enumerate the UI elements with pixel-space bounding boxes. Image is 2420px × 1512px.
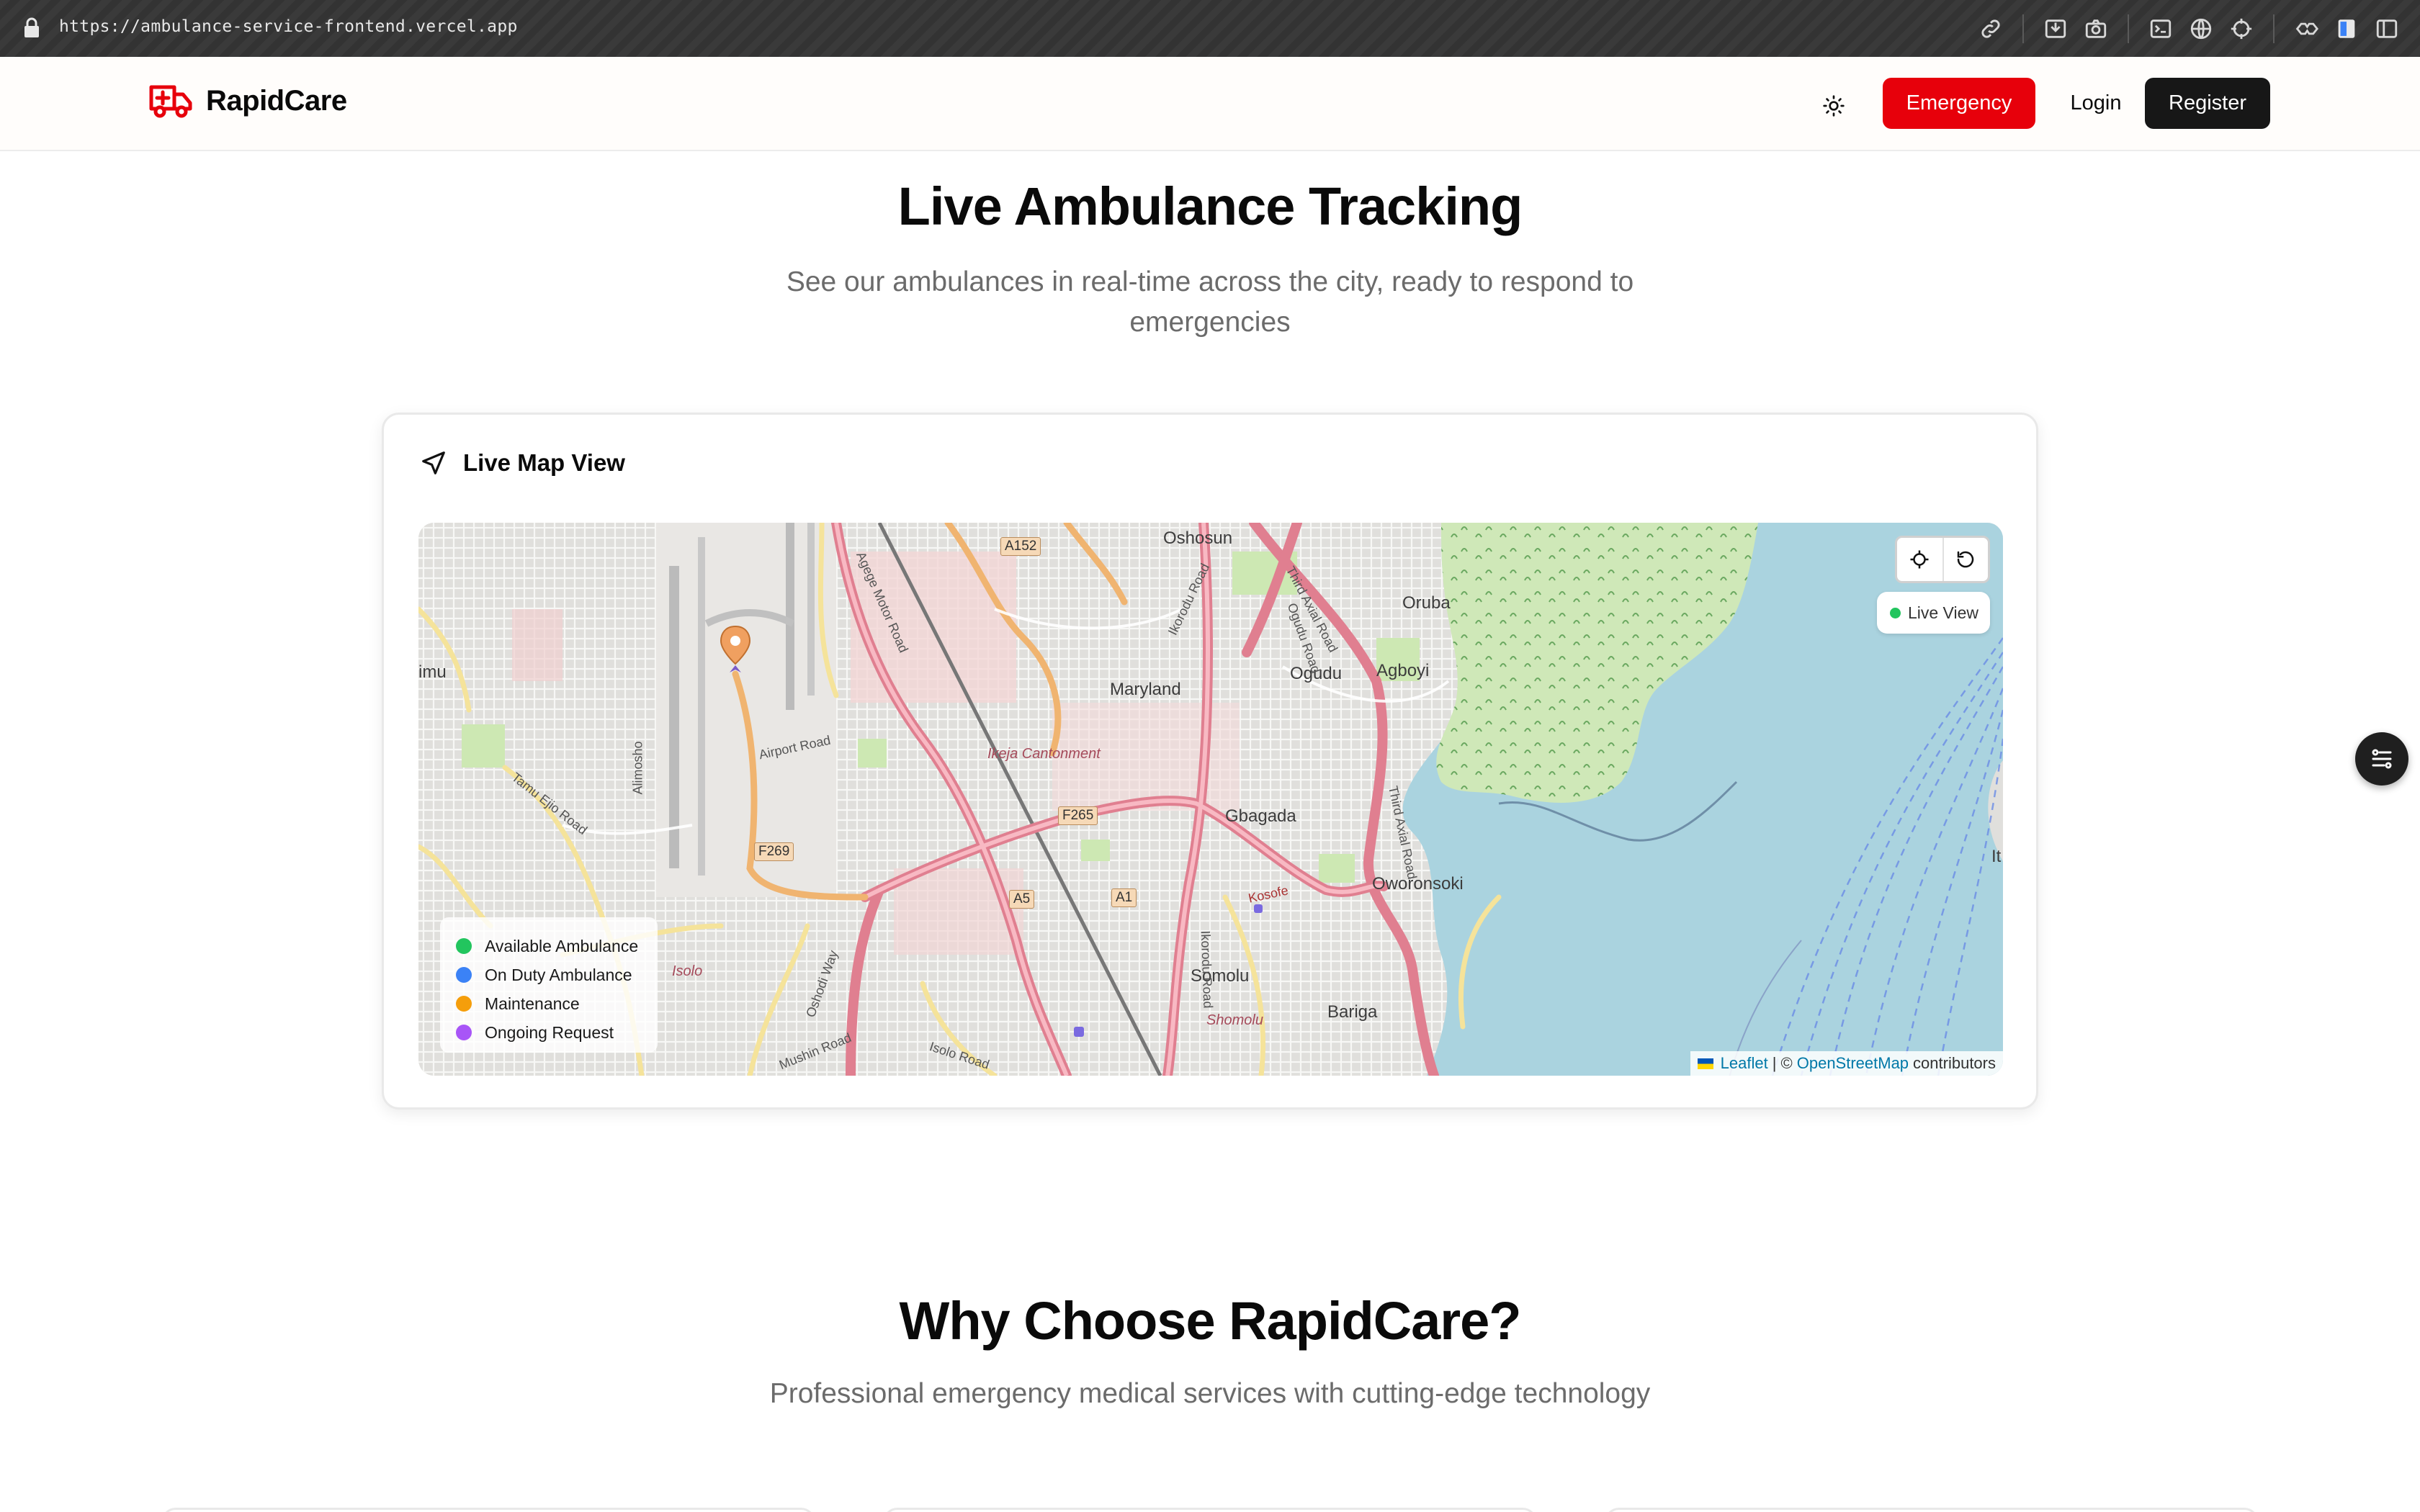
road-shield-f269: F269	[754, 842, 794, 861]
split-view-icon[interactable]	[2367, 13, 2407, 45]
sun-icon	[1823, 95, 1845, 117]
ukraine-flag-icon	[1697, 1058, 1713, 1069]
site-header: RapidCare Emergency Login Register	[0, 57, 2420, 151]
browser-toolbar: https://ambulance-service-frontend.verce…	[0, 0, 2420, 57]
attribution-separator: | ©	[1772, 1054, 1793, 1072]
legend-dot	[456, 996, 472, 1012]
toolbar-divider	[2128, 14, 2129, 43]
map-legend: Available Ambulance On Duty Ambulance Ma…	[440, 917, 658, 1053]
map-label-it: It	[1991, 847, 2002, 866]
map-label-bariga: Bariga	[1327, 1002, 1378, 1022]
map-attribution: Leaflet | © OpenStreetMap contributors	[1690, 1051, 2003, 1076]
crosshair-icon	[1910, 550, 1929, 569]
legend-label: Available Ambulance	[485, 936, 639, 955]
legend-label: Maintenance	[485, 994, 580, 1013]
legend-item-available: Available Ambulance	[456, 932, 642, 960]
globe-icon[interactable]	[2181, 13, 2221, 45]
sidebar-icon[interactable]	[2326, 13, 2367, 45]
map-label-oshosun: Oshosun	[1163, 528, 1233, 548]
download-icon[interactable]	[2035, 13, 2076, 45]
map-label-shomolu: Shomolu	[1206, 1012, 1263, 1028]
road-shield-a5: A5	[1009, 890, 1035, 909]
reset-view-button[interactable]	[1942, 538, 1988, 581]
brand-name: RapidCare	[206, 84, 347, 117]
navigation-icon	[422, 451, 445, 474]
map-label-alimosho: Alimosho	[630, 741, 645, 795]
features-subtitle: Professional emergency medical services …	[769, 1378, 1651, 1409]
camera-icon[interactable]	[2076, 13, 2116, 45]
leaflet-link[interactable]: Leaflet	[1721, 1054, 1768, 1073]
card-header: Live Map View	[420, 449, 625, 477]
attribution-suffix: contributors	[1913, 1054, 1996, 1072]
feature-card	[161, 1508, 815, 1512]
emergency-button[interactable]: Emergency	[1883, 78, 2035, 129]
browser-actions	[1971, 13, 2407, 45]
register-button[interactable]: Register	[2145, 78, 2270, 129]
extensions-icon[interactable]	[2286, 13, 2326, 45]
ambulance-icon	[149, 85, 192, 118]
address-bar-url[interactable]: https://ambulance-service-frontend.verce…	[59, 17, 518, 36]
floating-menu-button[interactable]	[2355, 732, 2408, 786]
live-map-card: Live Map View Oshosun Oruba Maryland Ogu…	[382, 413, 2038, 1110]
road-shield-a1: A1	[1111, 888, 1137, 907]
map-label-ikeja-cantonment: Ikeja Cantonment	[987, 746, 1101, 762]
live-view-label: Live View	[1907, 603, 1978, 622]
road-shield-f265: F265	[1058, 806, 1098, 825]
terminal-icon[interactable]	[2141, 13, 2181, 45]
map-label-isolo: Isolo	[672, 963, 703, 979]
live-view-badge: Live View	[1876, 592, 1990, 634]
legend-dot	[456, 1025, 472, 1040]
map-label-agboyi: Agboyi	[1376, 661, 1430, 680]
road-shield-a152: A152	[1000, 537, 1041, 556]
legend-item-on-duty: On Duty Ambulance	[456, 960, 642, 989]
legend-label: On Duty Ambulance	[485, 965, 632, 984]
legend-item-ongoing-request: Ongoing Request	[456, 1018, 642, 1047]
map-label-gbagada: Gbagada	[1225, 806, 1296, 826]
map-controls	[1895, 536, 1990, 583]
feature-card	[1605, 1508, 2259, 1512]
toolbar-divider	[2022, 14, 2024, 43]
locate-button[interactable]	[1897, 538, 1942, 581]
legend-dot	[456, 938, 472, 954]
crosshair-icon[interactable]	[2221, 13, 2262, 45]
theme-toggle-button[interactable]	[1814, 86, 1854, 126]
live-indicator-dot	[1889, 607, 1901, 618]
login-button[interactable]: Login	[2050, 78, 2142, 129]
features-title: Why Choose RapidCare?	[899, 1291, 1522, 1351]
tracking-title: Live Ambulance Tracking	[897, 176, 1523, 236]
openstreetmap-link[interactable]: OpenStreetMap	[1797, 1054, 1909, 1073]
legend-label: Ongoing Request	[485, 1022, 614, 1042]
map-label-oruba: Oruba	[1402, 593, 1451, 613]
tracking-subtitle: See our ambulances in real-time across t…	[786, 266, 1634, 338]
lock-icon	[24, 17, 39, 37]
map-label-maryland: Maryland	[1110, 680, 1181, 699]
map-label-ikorodu-road-south: Ikorodu Road	[1198, 930, 1216, 1009]
link-icon[interactable]	[1971, 13, 2011, 45]
toolbar-divider	[2273, 14, 2275, 43]
legend-dot	[456, 967, 472, 983]
card-title: Live Map View	[463, 449, 625, 476]
brand-logo[interactable]: RapidCare	[148, 83, 347, 119]
map-view[interactable]: Oshosun Oruba Maryland Ogudu Agboyi Ikej…	[418, 523, 2003, 1076]
rotate-ccw-icon	[1958, 551, 1974, 568]
list-settings-icon	[2372, 749, 2392, 769]
map-label-imu: imu	[418, 662, 447, 682]
legend-item-maintenance: Maintenance	[456, 989, 642, 1018]
feature-card	[883, 1508, 1537, 1512]
